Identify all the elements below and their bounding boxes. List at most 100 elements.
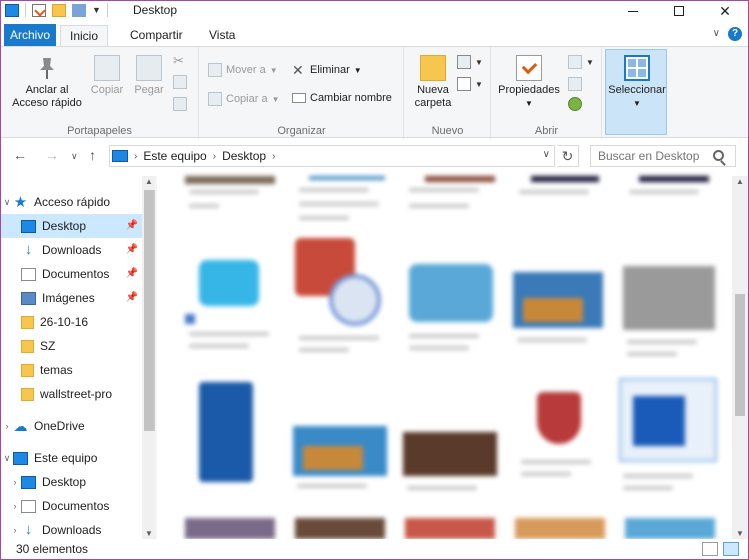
easy-access-button[interactable]: ▼: [457, 77, 483, 91]
file-tile[interactable]: [623, 266, 715, 356]
tab-vista[interactable]: Vista: [200, 25, 244, 47]
file-tile[interactable]: [619, 378, 717, 498]
scroll-down-icon[interactable]: ▼: [736, 529, 744, 538]
copy-button[interactable]: Copiar: [89, 51, 125, 97]
scroll-up-icon[interactable]: ▲: [736, 177, 744, 186]
scroll-down-icon[interactable]: ▼: [145, 529, 153, 538]
maximize-button[interactable]: [656, 1, 702, 21]
details-view-icon[interactable]: [702, 542, 718, 556]
copy-to-button[interactable]: Copiar a ▼: [208, 92, 280, 106]
breadcrumb-separator-icon[interactable]: ›: [134, 151, 137, 162]
properties-button[interactable]: Propiedades ▼: [496, 51, 562, 110]
rename-button[interactable]: Cambiar nombre: [292, 92, 392, 104]
new-folder-button[interactable]: Nueva carpeta: [411, 51, 455, 110]
expand-icon[interactable]: ›: [9, 501, 21, 511]
up-arrow-icon[interactable]: ↑: [89, 147, 96, 163]
nav-item-documentos[interactable]: Documentos 📌: [1, 262, 142, 286]
file-tile[interactable]: [403, 432, 497, 502]
close-button[interactable]: ✕: [702, 1, 748, 21]
paste-button[interactable]: Pegar: [131, 51, 167, 97]
cut-button[interactable]: ✂: [173, 53, 187, 68]
breadcrumb-separator-icon[interactable]: ›: [213, 151, 216, 162]
paste-label: Pegar: [134, 84, 164, 96]
file-view[interactable]: [157, 176, 730, 539]
tab-archivo[interactable]: Archivo: [4, 24, 56, 46]
file-tile[interactable]: [185, 176, 275, 216]
forward-arrow-icon[interactable]: →: [45, 147, 59, 163]
new-folder-icon[interactable]: [52, 3, 66, 17]
nav-item-temas[interactable]: temas: [1, 358, 142, 382]
copy-path-button[interactable]: [173, 75, 187, 89]
breadcrumb-desktop[interactable]: Desktop: [222, 149, 266, 163]
expand-icon[interactable]: ›: [1, 421, 13, 431]
window-app-icon[interactable]: [5, 3, 19, 17]
file-view-scrollbar[interactable]: ▲ ▼: [732, 176, 748, 539]
file-tile[interactable]: [517, 388, 601, 488]
file-tile[interactable]: [185, 518, 275, 539]
tab-compartir[interactable]: Compartir: [121, 25, 192, 47]
file-tile[interactable]: [405, 264, 495, 354]
nav-item-downloads[interactable]: ↓ Downloads 📌: [1, 238, 142, 262]
file-tile[interactable]: [625, 518, 715, 539]
nav-pc-desktop[interactable]: › Desktop: [1, 470, 142, 494]
file-tile[interactable]: [295, 518, 385, 539]
recent-locations-icon[interactable]: ∨: [71, 151, 78, 162]
new-item-button[interactable]: ▼: [457, 55, 483, 69]
move-to-button[interactable]: Mover a ▼: [208, 63, 278, 77]
history-button[interactable]: [568, 97, 582, 111]
search-icon[interactable]: [713, 150, 724, 161]
file-tile[interactable]: [199, 382, 259, 492]
tab-inicio[interactable]: Inicio: [60, 25, 109, 48]
file-tile[interactable]: [625, 176, 715, 216]
scrollbar-thumb[interactable]: [144, 190, 155, 431]
file-tile[interactable]: [405, 176, 495, 216]
breadcrumb-separator-icon[interactable]: ›: [272, 151, 275, 162]
large-icons-view-icon[interactable]: [723, 542, 739, 556]
select-button[interactable]: Seleccionar ▼: [607, 51, 667, 110]
edit-button[interactable]: [568, 77, 582, 91]
file-tile[interactable]: [295, 238, 385, 358]
nav-item-sz[interactable]: SZ: [1, 334, 142, 358]
scrollbar-thumb[interactable]: [735, 294, 745, 416]
pin-quick-access-button[interactable]: Anclar al Acceso rápido: [9, 51, 85, 110]
address-dropdown-icon[interactable]: ∨: [543, 149, 550, 160]
refresh-button[interactable]: ↻: [557, 145, 579, 167]
nav-pc-downloads[interactable]: › ↓ Downloads: [1, 518, 142, 539]
breadcrumb-este-equipo[interactable]: Este equipo: [143, 149, 206, 163]
paste-shortcut-button[interactable]: [173, 97, 187, 111]
address-bar[interactable]: › Este equipo › Desktop › ∨: [109, 145, 555, 167]
qat-dropdown-icon[interactable]: ▼: [92, 5, 101, 15]
minimize-button[interactable]: [610, 1, 656, 21]
nav-onedrive[interactable]: › ☁ OneDrive: [1, 414, 142, 438]
scroll-up-icon[interactable]: ▲: [145, 177, 153, 186]
expand-icon[interactable]: ›: [9, 525, 21, 535]
undo-icon[interactable]: [72, 3, 86, 17]
properties-icon[interactable]: [32, 3, 46, 17]
file-tile[interactable]: [405, 518, 495, 539]
file-tile[interactable]: [295, 176, 385, 230]
new-item-dropdown-icon: ▼: [475, 57, 483, 67]
paste-icon: [136, 55, 162, 81]
expand-icon[interactable]: ›: [9, 477, 21, 487]
file-tile[interactable]: [293, 426, 387, 496]
ribbon-expand-icon[interactable]: ∨: [713, 28, 720, 39]
nav-item-26-10-16[interactable]: 26-10-16: [1, 310, 142, 334]
nav-item-imagenes[interactable]: Imágenes 📌: [1, 286, 142, 310]
help-icon[interactable]: ?: [728, 27, 742, 41]
back-arrow-icon[interactable]: ←: [13, 147, 27, 163]
nav-item-wallstreet-pro[interactable]: wallstreet-pro: [1, 382, 142, 406]
nav-pc-documentos[interactable]: › Documentos: [1, 494, 142, 518]
delete-button[interactable]: ✕ Eliminar ▼: [292, 63, 362, 77]
nav-pane-scrollbar[interactable]: ▲ ▼: [142, 176, 157, 539]
file-tile[interactable]: [513, 272, 603, 352]
pin-icon: [34, 55, 60, 81]
nav-item-desktop[interactable]: Desktop 📌: [1, 214, 142, 238]
collapse-icon[interactable]: ∨: [1, 197, 13, 208]
nav-this-pc[interactable]: ∨ Este equipo: [1, 446, 142, 470]
collapse-icon[interactable]: ∨: [1, 453, 13, 464]
open-button[interactable]: ▼: [568, 55, 594, 69]
file-tile[interactable]: [515, 518, 605, 539]
file-tile[interactable]: [185, 246, 275, 356]
file-tile[interactable]: [515, 176, 605, 216]
nav-quick-access[interactable]: ∨ ★ Acceso rápido: [1, 190, 142, 214]
